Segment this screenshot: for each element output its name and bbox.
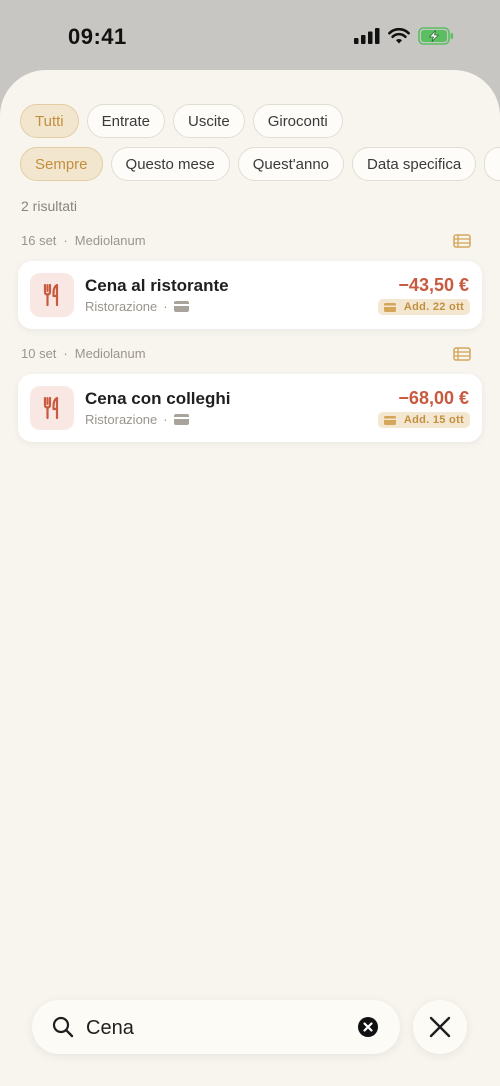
search-input[interactable] bbox=[84, 1012, 348, 1044]
transaction-card[interactable]: Cena con colleghi Ristorazione · −68,00 … bbox=[18, 374, 482, 442]
group-account: Mediolanum bbox=[74, 233, 146, 248]
category-icon-tile bbox=[30, 273, 74, 317]
card-icon bbox=[383, 302, 396, 312]
filter-chip-tutti[interactable]: Tutti bbox=[20, 104, 79, 138]
group-date: 10 set bbox=[21, 346, 57, 361]
cellular-signal-icon bbox=[354, 28, 380, 44]
period-chip-quest-anno[interactable]: Quest'anno bbox=[237, 147, 345, 181]
transaction-title: Cena al ristorante bbox=[85, 276, 229, 295]
card-icon bbox=[173, 301, 189, 312]
period-chip-sempre[interactable]: Sempre bbox=[20, 147, 103, 181]
transaction-amount: −43,50 € bbox=[398, 275, 469, 295]
transaction-subtitle: Ristorazione · bbox=[85, 299, 189, 314]
date-group-header: 10 set · Mediolanum bbox=[21, 346, 471, 368]
transaction-subtitle: Ristorazione · bbox=[85, 412, 189, 427]
transaction-card[interactable]: Cena al ristorante Ristorazione · −43,50… bbox=[18, 261, 482, 329]
date-group-header: 16 set · Mediolanum bbox=[21, 233, 471, 255]
fork-knife-icon bbox=[43, 396, 59, 420]
status-time: 09:41 bbox=[68, 24, 127, 49]
wifi-icon bbox=[388, 28, 410, 44]
period-chip-questo-mese[interactable]: Questo mese bbox=[110, 147, 230, 181]
transaction-title: Cena con colleghi bbox=[85, 389, 231, 408]
filter-chip-uscite[interactable]: Uscite bbox=[173, 104, 245, 138]
search-icon bbox=[52, 1016, 74, 1038]
filter-chip-giroconti[interactable]: Giroconti bbox=[252, 104, 343, 138]
card-icon bbox=[173, 414, 189, 425]
status-icons bbox=[354, 27, 454, 45]
battery-charging-icon bbox=[418, 27, 453, 45]
period-filter-row: Sempre Questo mese Quest'anno Data speci… bbox=[20, 147, 500, 181]
receipt-list-icon[interactable] bbox=[453, 347, 471, 361]
group-account: Mediolanum bbox=[74, 346, 146, 361]
period-chip-data-specifica[interactable]: Data specifica bbox=[352, 147, 477, 181]
close-search-button[interactable] bbox=[413, 1000, 467, 1054]
added-date-label: Add. 22 ott bbox=[403, 301, 464, 313]
clear-search-icon[interactable] bbox=[358, 1017, 378, 1037]
transaction-category: Ristorazione bbox=[85, 412, 158, 427]
period-chip-more[interactable] bbox=[484, 147, 500, 181]
fork-knife-icon bbox=[43, 283, 59, 307]
card-icon bbox=[383, 415, 396, 425]
search-results-sheet: Tutti Entrate Uscite Giroconti Sempre Qu… bbox=[0, 70, 500, 1086]
added-date-label: Add. 15 ott bbox=[403, 414, 464, 426]
category-icon-tile bbox=[30, 386, 74, 430]
group-date: 16 set bbox=[21, 233, 57, 248]
search-bar bbox=[32, 1000, 400, 1054]
receipt-list-icon[interactable] bbox=[453, 234, 471, 248]
filter-chip-entrate[interactable]: Entrate bbox=[86, 104, 165, 138]
status-bar: 09:41 bbox=[0, 0, 500, 70]
added-date-badge: Add. 15 ott bbox=[377, 412, 470, 428]
transaction-category: Ristorazione bbox=[85, 299, 158, 314]
added-date-badge: Add. 22 ott bbox=[377, 299, 470, 315]
type-filter-row: Tutti Entrate Uscite Giroconti bbox=[20, 104, 343, 138]
close-icon bbox=[429, 1016, 451, 1038]
transaction-amount: −68,00 € bbox=[398, 388, 469, 408]
result-count: 2 risultati bbox=[21, 198, 78, 214]
